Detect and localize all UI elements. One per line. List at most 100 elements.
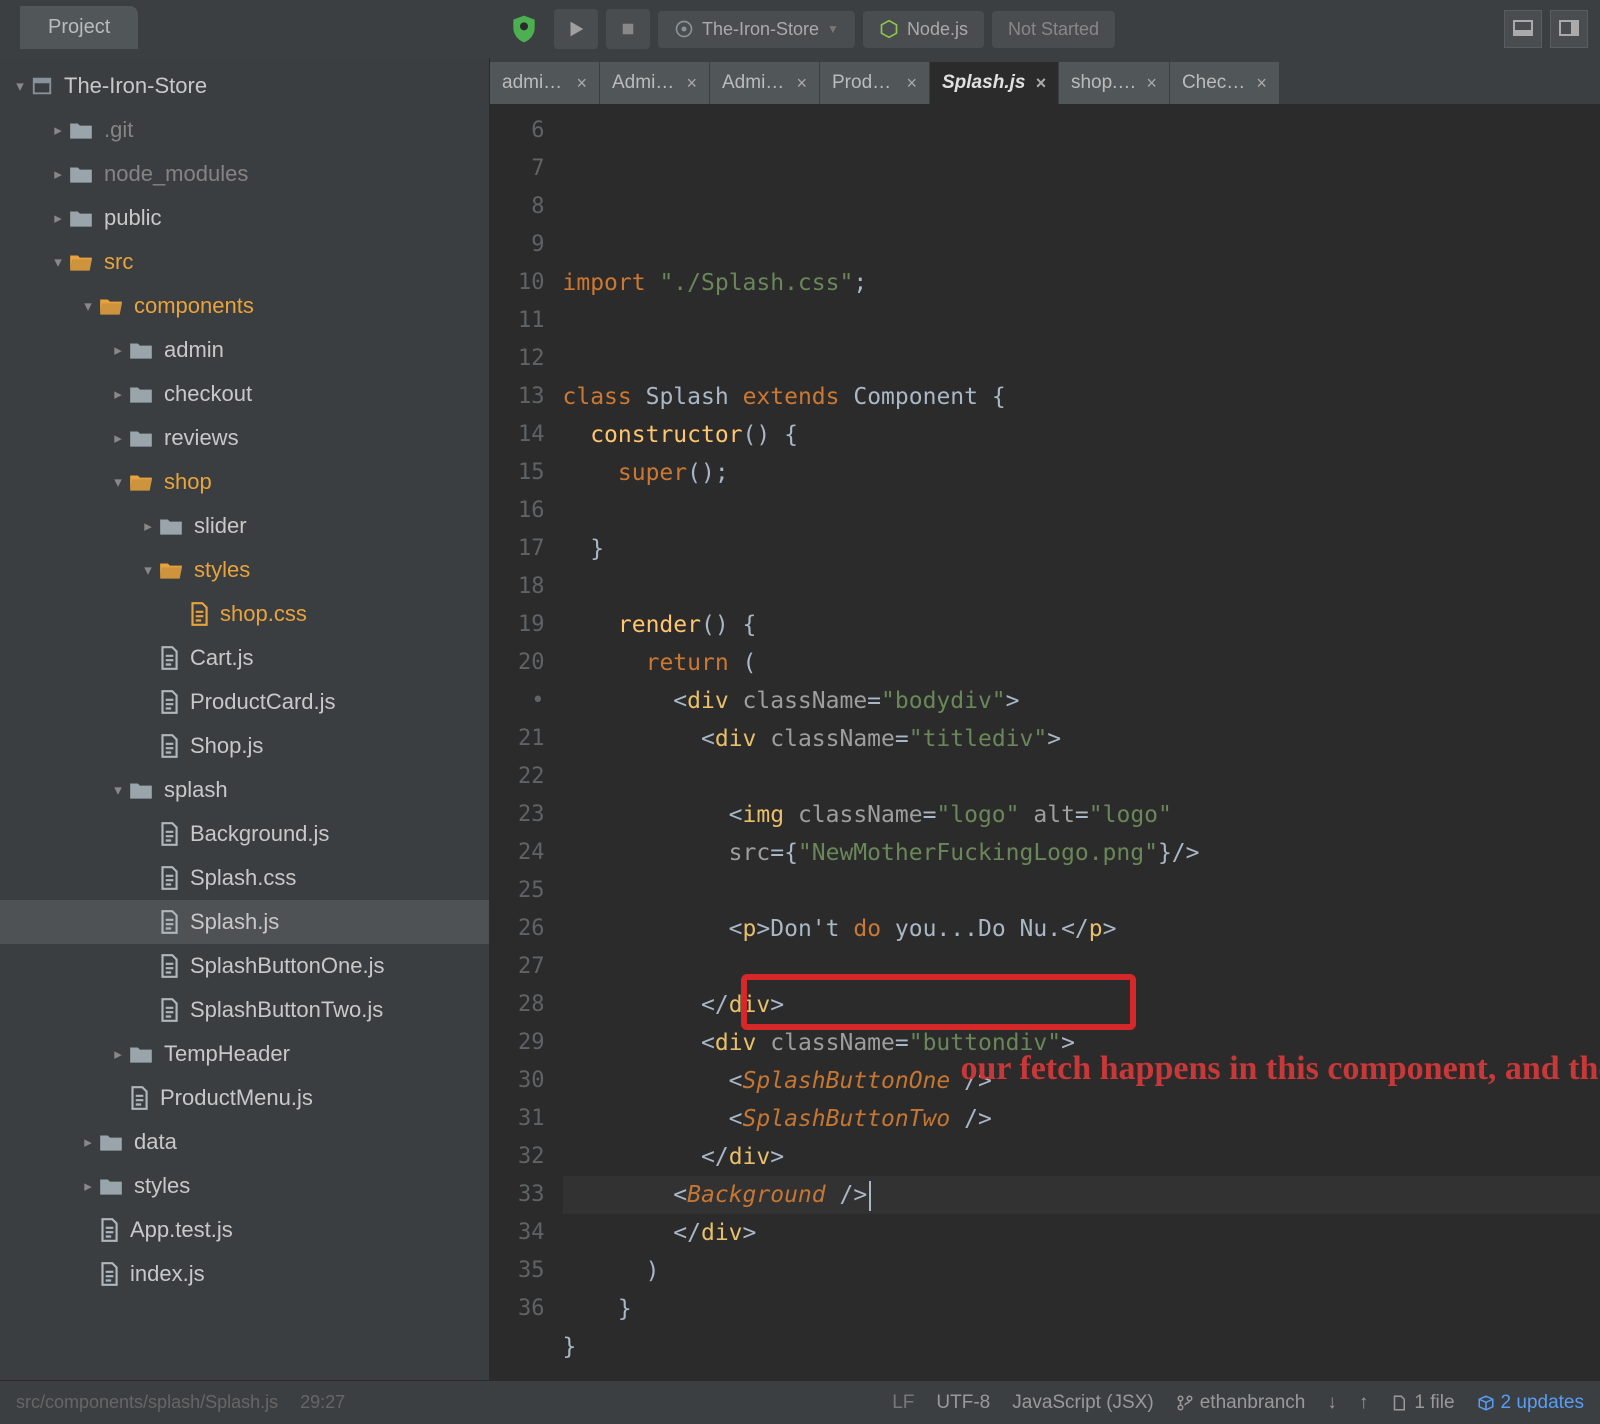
code-line[interactable]: render() { [563, 606, 1600, 644]
tree-item-styles[interactable]: ▸styles [0, 1164, 489, 1208]
editor-tab[interactable]: admi…× [490, 62, 600, 104]
play-button[interactable] [554, 9, 598, 49]
code-line[interactable] [563, 1366, 1600, 1380]
code-body[interactable]: our fetch happens in this component, and… [563, 104, 1600, 1380]
editor-tab[interactable]: Admi…× [600, 62, 710, 104]
code-line[interactable]: <div className="buttondiv"> [563, 1024, 1600, 1062]
code-line[interactable]: </div> [563, 1138, 1600, 1176]
status-line-ending[interactable]: LF [892, 1392, 914, 1414]
code-line[interactable]: <img className="logo" alt="logo" [563, 796, 1600, 834]
code-line[interactable]: super(); [563, 454, 1600, 492]
code-line[interactable]: } [563, 1290, 1600, 1328]
tree-item-data[interactable]: ▸data [0, 1120, 489, 1164]
close-icon[interactable]: × [1256, 73, 1267, 94]
tree-item-admin[interactable]: ▸admin [0, 328, 489, 372]
tree-item-slider[interactable]: ▸slider [0, 504, 489, 548]
close-icon[interactable]: × [1035, 73, 1046, 94]
folder-icon [68, 207, 94, 229]
line-number: 31 [518, 1100, 545, 1138]
editor-tab[interactable]: shop.…× [1059, 62, 1170, 104]
line-number: 8 [518, 188, 545, 226]
tree-item-shop[interactable]: ▾shop [0, 460, 489, 504]
code-line[interactable]: } [563, 530, 1600, 568]
close-icon[interactable]: × [796, 73, 807, 94]
tree-item-background-js[interactable]: Background.js [0, 812, 489, 856]
editor-tab[interactable]: Splash.js× [930, 62, 1059, 104]
chevron-icon: ▸ [108, 341, 128, 359]
tree-item-productcard-js[interactable]: ProductCard.js [0, 680, 489, 724]
code-line[interactable]: return ( [563, 644, 1600, 682]
status-language[interactable]: JavaScript (JSX) [1012, 1392, 1153, 1414]
code-line[interactable]: class Splash extends Component { [563, 378, 1600, 416]
tree-root[interactable]: ▾ The-Iron-Store [0, 64, 489, 108]
code-line[interactable]: <div className="titlediv"> [563, 720, 1600, 758]
code-line[interactable]: <p>Don't do you...Do Nu.</p> [563, 910, 1600, 948]
code-line[interactable] [563, 758, 1600, 796]
tree-item-src[interactable]: ▾src [0, 240, 489, 284]
tree-item-reviews[interactable]: ▸reviews [0, 416, 489, 460]
folder-icon [98, 1175, 124, 1197]
tree-item-splash-css[interactable]: Splash.css [0, 856, 489, 900]
tree-item-public[interactable]: ▸public [0, 196, 489, 240]
tree-item--git[interactable]: ▸.git [0, 108, 489, 152]
project-tree[interactable]: ▾ The-Iron-Store ▸.git▸node_modules▸publ… [0, 58, 490, 1380]
code-line[interactable]: <SplashButtonTwo /> [563, 1100, 1600, 1138]
panel-toggle-left[interactable] [1504, 10, 1542, 48]
close-icon[interactable]: × [906, 73, 917, 94]
code-line[interactable] [563, 340, 1600, 378]
code-line[interactable]: constructor() { [563, 416, 1600, 454]
tree-item-splash-js[interactable]: Splash.js [0, 900, 489, 944]
code-line[interactable]: import "./Splash.css"; [563, 264, 1600, 302]
tree-item-components[interactable]: ▾components [0, 284, 489, 328]
project-tab[interactable]: Project [20, 6, 138, 49]
run-config-selector[interactable]: The-Iron-Store ▼ [658, 11, 855, 48]
tree-item-cart-js[interactable]: Cart.js [0, 636, 489, 680]
tree-item-productmenu-js[interactable]: ProductMenu.js [0, 1076, 489, 1120]
tree-item-tempheader[interactable]: ▸TempHeader [0, 1032, 489, 1076]
code-line[interactable]: src={"NewMotherFuckingLogo.png"}/> [563, 834, 1600, 872]
code-line[interactable]: ) [563, 1252, 1600, 1290]
code-line[interactable] [563, 948, 1600, 986]
editor-tab[interactable]: Chec…× [1170, 62, 1280, 104]
tree-item-splashbuttontwo-js[interactable]: SplashButtonTwo.js [0, 988, 489, 1032]
line-number: 16 [518, 492, 545, 530]
tree-item-shop-js[interactable]: Shop.js [0, 724, 489, 768]
close-icon[interactable]: × [576, 73, 587, 94]
code-line[interactable]: } [563, 1328, 1600, 1366]
status-updates[interactable]: 2 updates [1477, 1392, 1584, 1414]
code-line[interactable]: </div> [563, 1214, 1600, 1252]
stop-button[interactable] [606, 9, 650, 49]
editor-tab[interactable]: Admi…× [710, 62, 820, 104]
code-line[interactable]: <div className="bodydiv"> [563, 682, 1600, 720]
code-line[interactable]: </div> [563, 986, 1600, 1024]
code-editor[interactable]: 67891011121314151617181920•2122232425262… [490, 104, 1600, 1380]
code-line[interactable]: <Background /> [563, 1176, 1600, 1214]
editor-tab[interactable]: Prod…× [820, 62, 930, 104]
tree-item-index-js[interactable]: index.js [0, 1252, 489, 1296]
tree-item-splashbuttonone-js[interactable]: SplashButtonOne.js [0, 944, 489, 988]
line-number: 18 [518, 568, 545, 606]
tree-item-splash[interactable]: ▾splash [0, 768, 489, 812]
code-line[interactable] [563, 302, 1600, 340]
tree-item-checkout[interactable]: ▸checkout [0, 372, 489, 416]
tree-item-styles[interactable]: ▾styles [0, 548, 489, 592]
close-icon[interactable]: × [1146, 73, 1157, 94]
code-line[interactable]: <SplashButtonOne /> [563, 1062, 1600, 1100]
close-icon[interactable]: × [686, 73, 697, 94]
tree-item-shop-css[interactable]: shop.css [0, 592, 489, 636]
status-encoding[interactable]: UTF-8 [936, 1392, 990, 1414]
panel-toggle-right[interactable] [1550, 10, 1588, 48]
runtime-selector[interactable]: Node.js [863, 11, 984, 48]
shield-icon[interactable] [502, 9, 546, 49]
line-number: 19 [518, 606, 545, 644]
download-icon[interactable]: ↓ [1327, 1392, 1337, 1414]
tree-item-node-modules[interactable]: ▸node_modules [0, 152, 489, 196]
status-branch[interactable]: ethanbranch [1176, 1392, 1306, 1414]
code-line[interactable] [563, 492, 1600, 530]
code-line[interactable] [563, 568, 1600, 606]
status-files[interactable]: 1 file [1390, 1392, 1454, 1414]
tree-item-app-test-js[interactable]: App.test.js [0, 1208, 489, 1252]
chevron-icon: ▾ [108, 781, 128, 799]
upload-icon[interactable]: ↑ [1359, 1392, 1369, 1414]
code-line[interactable] [563, 872, 1600, 910]
